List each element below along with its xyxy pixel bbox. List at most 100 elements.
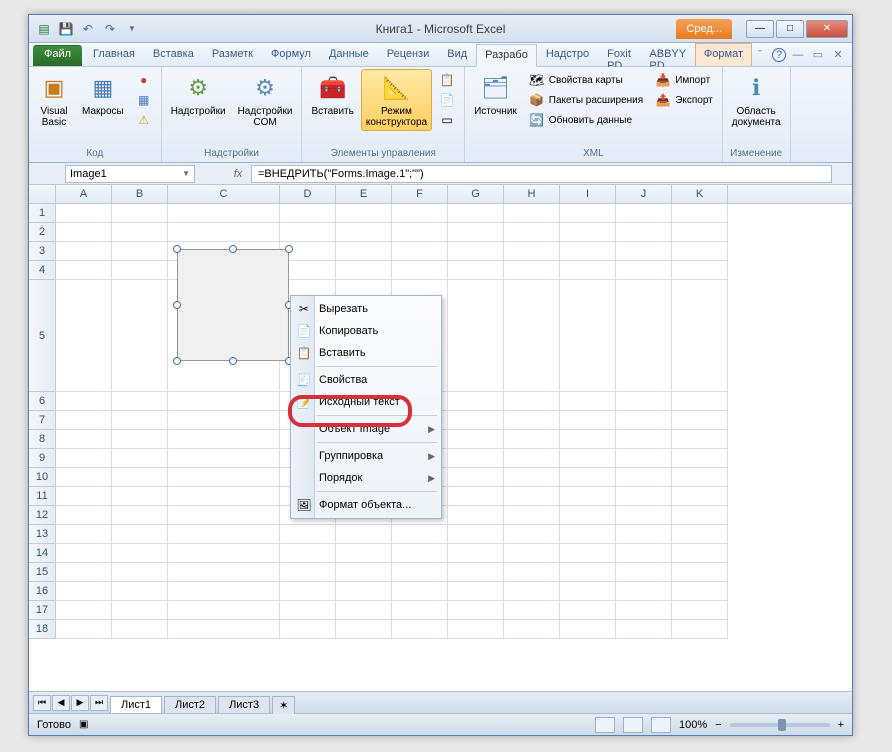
- cell[interactable]: [56, 280, 112, 392]
- tab-file[interactable]: Файл: [33, 45, 82, 66]
- com-addins-button[interactable]: ⚙ Надстройки COM: [233, 69, 298, 131]
- cell[interactable]: [392, 601, 448, 620]
- cell[interactable]: [504, 280, 560, 392]
- addins-button[interactable]: ⚙ Надстройки: [166, 69, 231, 120]
- cell[interactable]: [56, 525, 112, 544]
- zoom-slider[interactable]: [730, 723, 830, 727]
- cell[interactable]: [168, 223, 280, 242]
- row-header[interactable]: 16: [29, 582, 56, 601]
- cell[interactable]: [616, 223, 672, 242]
- cell[interactable]: [672, 223, 728, 242]
- view-code-button[interactable]: 📄: [436, 91, 458, 109]
- tab-view[interactable]: Вид: [438, 43, 476, 66]
- cell[interactable]: [616, 204, 672, 223]
- cell[interactable]: [336, 601, 392, 620]
- cell[interactable]: [112, 280, 168, 392]
- col-header-C[interactable]: C: [168, 185, 280, 203]
- minimize-button[interactable]: —: [746, 20, 774, 38]
- row-header[interactable]: 12: [29, 506, 56, 525]
- cell[interactable]: [448, 601, 504, 620]
- cell[interactable]: [448, 487, 504, 506]
- cell[interactable]: [616, 544, 672, 563]
- ctx-cut[interactable]: ✂Вырезать: [291, 298, 441, 320]
- cell[interactable]: [168, 620, 280, 639]
- zoom-thumb[interactable]: [778, 719, 786, 731]
- cell[interactable]: [112, 525, 168, 544]
- cell[interactable]: [168, 525, 280, 544]
- cell[interactable]: [672, 280, 728, 392]
- cell[interactable]: [56, 563, 112, 582]
- cell[interactable]: [392, 525, 448, 544]
- cell[interactable]: [56, 411, 112, 430]
- cell[interactable]: [504, 392, 560, 411]
- cell[interactable]: [280, 563, 336, 582]
- name-box[interactable]: Image1 ▼: [65, 165, 195, 183]
- col-header-K[interactable]: K: [672, 185, 728, 203]
- cell[interactable]: [560, 620, 616, 639]
- cell[interactable]: [560, 411, 616, 430]
- row-header[interactable]: 1: [29, 204, 56, 223]
- cell[interactable]: [336, 525, 392, 544]
- new-sheet-button[interactable]: ✶: [272, 696, 295, 714]
- view-normal-button[interactable]: [595, 717, 615, 733]
- cell[interactable]: [168, 392, 280, 411]
- undo-icon[interactable]: ↶: [79, 20, 97, 38]
- cell[interactable]: [168, 544, 280, 563]
- cell[interactable]: [616, 430, 672, 449]
- cell[interactable]: [112, 204, 168, 223]
- cell[interactable]: [56, 468, 112, 487]
- cell[interactable]: [336, 223, 392, 242]
- cell[interactable]: [112, 601, 168, 620]
- cell[interactable]: [672, 487, 728, 506]
- cell[interactable]: [616, 487, 672, 506]
- ctx-properties[interactable]: 🧾Свойства: [291, 369, 441, 391]
- zoom-in-button[interactable]: +: [838, 719, 844, 731]
- cell[interactable]: [112, 468, 168, 487]
- cell[interactable]: [336, 204, 392, 223]
- cell[interactable]: [448, 620, 504, 639]
- tab-review[interactable]: Рецензи: [378, 43, 439, 66]
- cell[interactable]: [560, 468, 616, 487]
- cell[interactable]: [280, 620, 336, 639]
- properties-button[interactable]: 📋: [436, 71, 458, 89]
- cell[interactable]: [112, 430, 168, 449]
- col-header-J[interactable]: J: [616, 185, 672, 203]
- sheet-tab-1[interactable]: Лист1: [110, 696, 162, 713]
- cell[interactable]: [560, 392, 616, 411]
- cell[interactable]: [672, 544, 728, 563]
- tab-foxit[interactable]: Foxit PD: [598, 43, 640, 66]
- relative-refs-button[interactable]: ▦: [133, 91, 155, 109]
- activex-image-control[interactable]: [177, 249, 289, 361]
- row-header[interactable]: 8: [29, 430, 56, 449]
- sheet-tab-2[interactable]: Лист2: [164, 696, 216, 713]
- cell[interactable]: [672, 563, 728, 582]
- cell[interactable]: [56, 544, 112, 563]
- cell[interactable]: [616, 242, 672, 261]
- cell[interactable]: [112, 392, 168, 411]
- cell[interactable]: [112, 449, 168, 468]
- fx-icon[interactable]: fx: [225, 168, 251, 180]
- cell[interactable]: [112, 563, 168, 582]
- row-header[interactable]: 13: [29, 525, 56, 544]
- refresh-data-button[interactable]: 🔄Обновить данные: [526, 111, 646, 129]
- cell[interactable]: [616, 261, 672, 280]
- cell[interactable]: [448, 468, 504, 487]
- cell[interactable]: [392, 223, 448, 242]
- cell[interactable]: [280, 223, 336, 242]
- tab-abbyy[interactable]: ABBYY PD: [640, 43, 695, 66]
- cell[interactable]: [672, 430, 728, 449]
- col-header-H[interactable]: H: [504, 185, 560, 203]
- zoom-level[interactable]: 100%: [679, 719, 707, 731]
- tab-developer[interactable]: Разрабо: [476, 44, 537, 67]
- cell[interactable]: [672, 449, 728, 468]
- cell[interactable]: [560, 487, 616, 506]
- cell[interactable]: [336, 544, 392, 563]
- cell[interactable]: [504, 223, 560, 242]
- cell[interactable]: [560, 525, 616, 544]
- cell[interactable]: [560, 506, 616, 525]
- cell[interactable]: [448, 582, 504, 601]
- col-header-E[interactable]: E: [336, 185, 392, 203]
- col-header-F[interactable]: F: [392, 185, 448, 203]
- cell[interactable]: [168, 563, 280, 582]
- xml-export-button[interactable]: 📤Экспорт: [652, 91, 716, 109]
